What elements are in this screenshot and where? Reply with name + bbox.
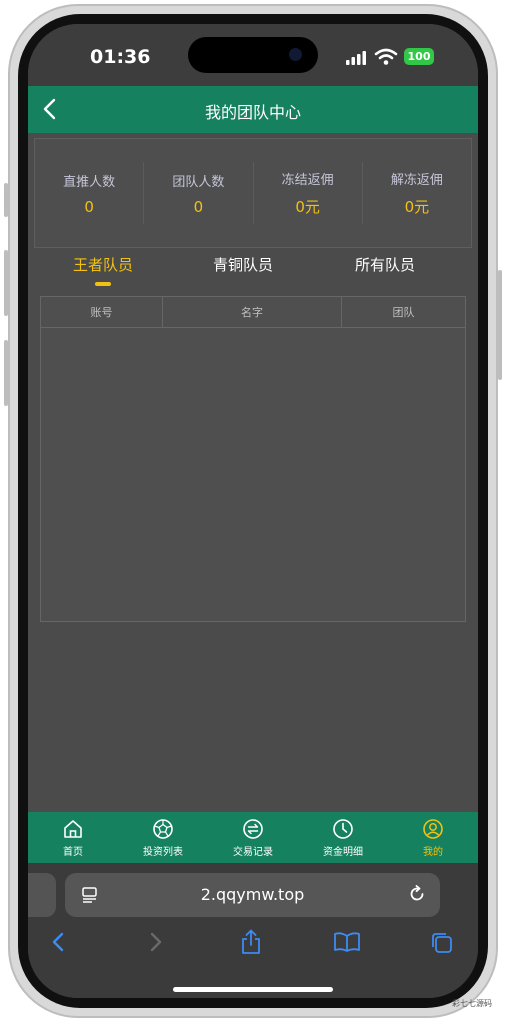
exchange-icon [243, 818, 263, 839]
stat-label: 团队人数 [172, 174, 225, 190]
battery-icon: 100 [404, 48, 434, 65]
stat-label: 直推人数 [63, 174, 116, 190]
stat-frozen-commission: 冻结返佣 0元 [254, 162, 363, 224]
signal-icon [346, 51, 366, 65]
stat-value: 0元 [404, 198, 430, 216]
browser-forward-icon[interactable] [144, 931, 166, 953]
url-text: 2.qqymw.top [200, 885, 305, 904]
tabbar-label: 交易记录 [233, 846, 273, 858]
previous-tab-preview[interactable] [28, 873, 56, 917]
stat-value: 0 [84, 197, 94, 216]
home-indicator [173, 987, 333, 992]
column-name: 名字 [163, 297, 342, 327]
tab-all-members[interactable]: 所有队员 [350, 254, 420, 275]
page-title: 我的团队中心 [204, 103, 301, 122]
volume-up-button [4, 250, 8, 316]
table-header: 账号 名字 团队 [41, 297, 465, 328]
stat-direct-count: 直推人数 0 [35, 162, 145, 224]
stat-label: 冻结返佣 [281, 173, 334, 188]
tab-king-members[interactable]: 王者队员 [68, 254, 138, 275]
stat-team-count: 团队人数 0 [144, 162, 254, 224]
stat-value: 0元 [295, 198, 320, 216]
home-icon [64, 819, 82, 838]
browser-back-icon[interactable] [48, 931, 70, 953]
stat-value: 0 [193, 197, 204, 216]
bookmarks-icon[interactable] [333, 931, 361, 953]
status-time: 01:36 [90, 46, 151, 68]
stat-unfrozen-commission: 解冻返佣 0元 [363, 162, 471, 224]
tab-indicator [95, 282, 111, 286]
user-icon [423, 818, 443, 839]
wifi-icon [374, 48, 398, 65]
mute-switch [4, 183, 8, 217]
power-button [498, 270, 502, 380]
stat-label: 解冻返佣 [390, 173, 443, 188]
tabbar-item-fund-details[interactable]: 资金明细 [298, 812, 388, 863]
reload-icon[interactable] [407, 884, 427, 904]
volume-down-button [4, 340, 8, 406]
tabbar-item-home[interactable]: 首页 [28, 812, 118, 863]
clock-icon [333, 818, 353, 839]
bottom-tab-bar: 首页 投资列表 交易记录 资金明细 我的 [28, 812, 478, 863]
share-icon[interactable] [239, 929, 263, 955]
page-header: 我的团队中心 [28, 86, 478, 133]
dynamic-island [188, 37, 318, 73]
tabbar-item-transactions[interactable]: 交易记录 [208, 812, 298, 863]
tabbar-label: 首页 [63, 846, 83, 858]
address-bar[interactable]: 2.qqymw.top [65, 873, 440, 917]
members-table: 账号 名字 团队 [40, 296, 466, 622]
member-tabs: 王者队员 青铜队员 所有队员 [28, 250, 478, 290]
tabs-icon[interactable] [430, 931, 454, 955]
ball-icon [153, 818, 173, 839]
stats-panel: 直推人数 0 团队人数 0 冻结返佣 0元 解冻返佣 0元 [34, 138, 472, 248]
tabbar-label: 资金明细 [323, 846, 363, 858]
tabbar-item-investment-list[interactable]: 投资列表 [118, 812, 208, 863]
tabbar-label: 我的 [423, 846, 443, 858]
column-account: 账号 [41, 297, 163, 327]
tab-bronze-members[interactable]: 青铜队员 [208, 254, 278, 275]
tabbar-label: 投资列表 [143, 846, 183, 858]
status-bar: 01:36 100 [28, 24, 478, 86]
column-team: 团队 [392, 306, 415, 319]
watermark: 彩七七源码 [452, 999, 492, 1008]
tabbar-item-mine[interactable]: 我的 [388, 812, 478, 863]
browser-bar: 2.qqymw.top [28, 863, 478, 998]
screen: 01:36 100 我的团队中心 直推人数 0 团队人数 0 冻结返佣 0元 解… [28, 24, 478, 998]
